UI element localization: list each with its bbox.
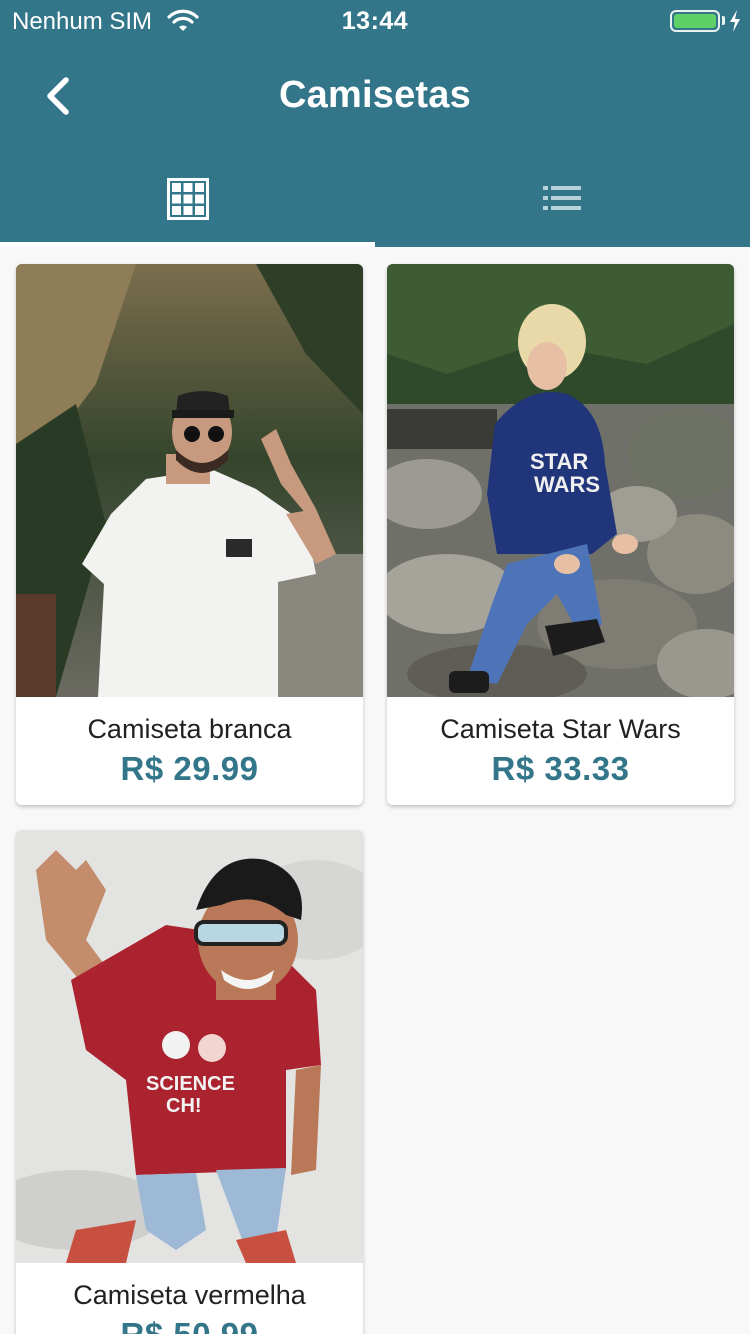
page-title: Camisetas	[279, 74, 471, 116]
tab-list-view[interactable]	[375, 150, 750, 247]
charging-bolt-icon	[730, 10, 740, 32]
svg-text:CH!: CH!	[166, 1095, 202, 1117]
tab-grid-view[interactable]	[0, 150, 375, 247]
product-card[interactable]: Camiseta branca R$ 29.99	[16, 264, 363, 805]
battery-cap	[722, 16, 725, 25]
svg-text:STAR: STAR	[530, 449, 588, 474]
man-white-tshirt-photo	[16, 264, 363, 697]
product-card[interactable]: SCIENCE CH! Camiseta vermelha R$ 50.99	[16, 830, 363, 1334]
product-card[interactable]: STAR WARS Camiseta Star Wars R$ 33.33	[387, 264, 734, 805]
svg-text:WARS: WARS	[534, 472, 600, 497]
battery-level-fill	[674, 14, 716, 28]
product-name: Camiseta vermelha	[73, 1280, 306, 1310]
status-time: 13:44	[341, 7, 409, 35]
product-name: Camiseta Star Wars	[440, 714, 681, 744]
app-header: Nenhum SIM 13:44 Camisetas	[0, 0, 750, 247]
product-grid: Camiseta branca R$ 29.99 STAR WARS Camis…	[0, 247, 750, 1334]
man-red-tshirt-photo: SCIENCE CH!	[16, 830, 363, 1263]
product-name: Camiseta branca	[87, 714, 292, 744]
kid-starwars-hoodie-photo: STAR WARS	[387, 264, 734, 697]
product-price: R$ 50.99	[16, 1316, 363, 1334]
battery-icon	[670, 10, 720, 32]
svg-text:SCIENCE: SCIENCE	[146, 1073, 235, 1095]
list-view-icon	[543, 186, 581, 210]
grid-view-icon	[167, 178, 209, 220]
status-bar: Nenhum SIM 13:44	[0, 0, 750, 40]
product-price: R$ 33.33	[491, 750, 630, 787]
product-price: R$ 29.99	[120, 750, 259, 787]
